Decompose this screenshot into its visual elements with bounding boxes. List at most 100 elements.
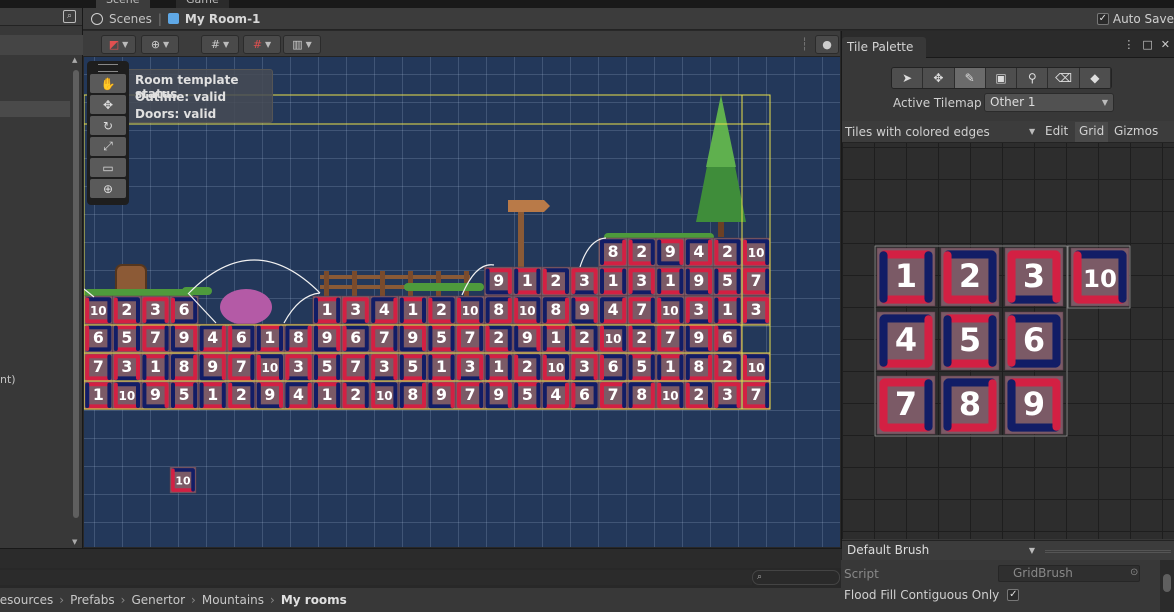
auto-save-checkbox[interactable]: ✓	[1096, 13, 1109, 25]
scene-tile[interactable]: 2	[341, 380, 371, 410]
close-icon[interactable]: ✕	[1161, 38, 1170, 51]
scene-tile[interactable]: 7	[369, 323, 399, 353]
scene-tile[interactable]: 7	[455, 323, 485, 353]
scene-tile[interactable]: 3	[112, 352, 142, 382]
scene-tile[interactable]: 1	[255, 323, 285, 353]
scene-tile[interactable]: 8	[484, 295, 514, 325]
scene-tile[interactable]: 8	[627, 380, 657, 410]
scene-tile[interactable]: 4	[598, 295, 628, 325]
move-tool-icon[interactable]: ✥	[923, 68, 955, 88]
scene-tile[interactable]: 8	[541, 295, 571, 325]
scene-tile[interactable]: 6	[569, 380, 600, 410]
paint-brush-icon[interactable]: ✎	[954, 68, 986, 88]
palette-tile[interactable]: 1	[876, 247, 936, 307]
scene-tile[interactable]: 9	[140, 380, 171, 410]
scene-tile[interactable]: 9	[512, 323, 542, 353]
scene-tile[interactable]: 10	[255, 352, 285, 382]
scene-tile[interactable]: 3	[341, 295, 371, 325]
palette-tile[interactable]: 10	[1070, 247, 1130, 307]
scene-tile[interactable]: 2	[627, 237, 657, 267]
scene-tile[interactable]: 3	[684, 295, 714, 325]
scene-tile[interactable]: 7	[627, 295, 657, 325]
scene-tile[interactable]: 10	[455, 295, 485, 325]
search-icon[interactable]: ⌕	[63, 10, 76, 23]
hierarchy-selected-row[interactable]	[0, 101, 70, 117]
scene-tile[interactable]: 10	[369, 380, 399, 410]
scene-tile[interactable]: 9	[569, 295, 600, 325]
grid-visibility-button[interactable]: ▥ ▼	[283, 35, 321, 54]
scene-view[interactable]: 8 2 9 4 2 10 9 1 2 3 1 3 1 9 5 7 10 2 3 6 1 3 4 1 2 10 8 10 8 9 4 7 10 3 1…	[84, 57, 840, 547]
scene-tile[interactable]: 7	[741, 266, 771, 296]
scene-tile[interactable]: 9	[684, 266, 714, 296]
fill-bucket-icon[interactable]: ◆	[1079, 68, 1111, 88]
scene-tile[interactable]: 8	[283, 323, 314, 353]
scene-tile[interactable]: 5	[112, 323, 142, 353]
scene-tile[interactable]: 1	[198, 380, 228, 410]
move-tool-icon[interactable]: ✥	[90, 95, 126, 114]
scene-tile[interactable]: 3	[283, 352, 314, 382]
scrollbar-thumb[interactable]	[73, 70, 79, 518]
more-options-icon[interactable]: ⋮	[1123, 38, 1134, 51]
hand-tool-icon[interactable]: ✋	[90, 74, 126, 93]
edit-button[interactable]: Edit	[1041, 122, 1072, 142]
scene-tile[interactable]: 8	[684, 352, 714, 382]
scene-tile[interactable]: 2	[569, 323, 600, 353]
scene-tile[interactable]: 5	[426, 323, 457, 353]
palette-tile[interactable]: 5	[940, 311, 1000, 371]
brush-dropdown[interactable]: Default Brush ▼	[842, 542, 1040, 561]
scene-tile[interactable]: 1	[426, 352, 457, 382]
brush-splitter[interactable]	[1045, 550, 1171, 553]
scene-tile[interactable]: 10	[541, 352, 571, 382]
scene-tile[interactable]: 7	[455, 380, 485, 410]
scene-tile[interactable]: 7	[598, 380, 628, 410]
scene-tile[interactable]: 6	[712, 323, 743, 353]
scene-tile[interactable]: 9	[255, 380, 285, 410]
scene-tile[interactable]: 8	[398, 380, 428, 410]
scene-tile[interactable]: 5	[712, 266, 743, 296]
scene-tile[interactable]: 2	[627, 323, 657, 353]
crumb-genertor[interactable]: Genertor	[131, 593, 185, 607]
scene-tile[interactable]: 1	[398, 295, 428, 325]
scene-tile[interactable]: 10	[112, 380, 142, 410]
scene-tile[interactable]: 6	[341, 323, 371, 353]
draw-mode-button[interactable]: ◩ ▼	[101, 35, 136, 54]
scene-tile[interactable]: 3	[369, 352, 399, 382]
palette-tile[interactable]: 7	[876, 375, 936, 435]
gizmos-button[interactable]: Gizmos	[1110, 122, 1162, 142]
crumb-resources[interactable]: Resources	[0, 593, 53, 607]
inspector-scrollbar[interactable]	[1160, 560, 1174, 612]
scene-tile[interactable]: 9	[169, 323, 199, 353]
scene-tile[interactable]: 2	[426, 295, 457, 325]
scene-tile[interactable]: 10	[84, 295, 113, 325]
palette-tile[interactable]: 4	[876, 311, 936, 371]
scene-tile[interactable]: 7	[655, 323, 685, 353]
grid-button[interactable]: Grid	[1075, 122, 1109, 142]
scene-tile[interactable]: 7	[741, 380, 771, 410]
breadcrumb-room[interactable]: My Room-1	[185, 12, 261, 26]
scene-tile[interactable]: 1	[655, 352, 685, 382]
inspector-scroll-thumb[interactable]	[1163, 574, 1171, 592]
scene-tile[interactable]: 4	[541, 380, 571, 410]
chevron-down-icon[interactable]: ▼	[1029, 127, 1035, 136]
scene-tile[interactable]: 2	[712, 352, 743, 382]
scene-tile[interactable]: 8	[169, 352, 199, 382]
grid-snap-button[interactable]: # ▼	[201, 35, 239, 54]
tools-grip-icon[interactable]	[98, 64, 118, 72]
select-tool-icon[interactable]: ➤	[892, 68, 924, 88]
palette-tile[interactable]: 2	[940, 247, 1000, 307]
tab-game[interactable]: Game	[176, 0, 229, 8]
rotate-tool-icon[interactable]: ↻	[90, 116, 126, 135]
hierarchy-scene-row[interactable]	[0, 35, 83, 55]
breadcrumb-scenes[interactable]: Scenes	[109, 12, 152, 26]
scene-tile[interactable]: 9	[655, 237, 685, 267]
maximize-icon[interactable]: □	[1142, 38, 1152, 51]
scene-tile[interactable]: 3	[140, 295, 171, 325]
object-picker-icon[interactable]: ⊙	[1130, 567, 1138, 578]
scene-tile[interactable]: 9	[398, 323, 428, 353]
scene-tile[interactable]: 9	[426, 380, 457, 410]
scene-tile[interactable]: 10	[655, 380, 685, 410]
eraser-icon[interactable]: ⌫	[1048, 68, 1080, 88]
scene-tile[interactable]: 10	[655, 295, 685, 325]
scene-tile[interactable]: 9	[312, 323, 342, 353]
scene-tile[interactable]: 4	[369, 295, 399, 325]
